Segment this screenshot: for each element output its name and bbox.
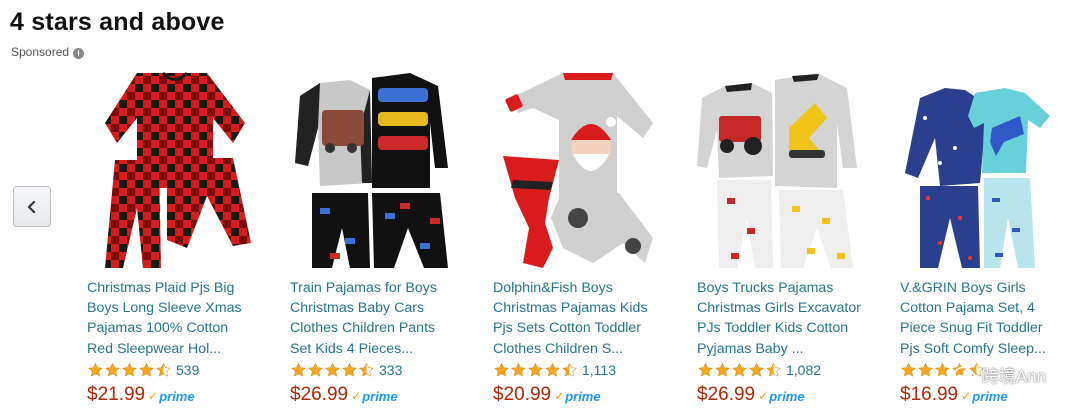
price-row: $26.99 ✓ prime — [290, 384, 472, 406]
price-row: $26.99 ✓ prime — [697, 384, 879, 406]
sponsored-label: Sponsored — [11, 45, 70, 59]
product-card[interactable]: Christmas Plaid Pjs Big Boys Long Sleeve… — [87, 68, 269, 406]
prime-check-icon: ✓ — [961, 389, 972, 404]
star-full-icon — [494, 362, 509, 377]
star-rating — [290, 362, 375, 378]
product-image[interactable] — [697, 68, 879, 276]
product-price[interactable]: $26.99 — [697, 384, 755, 406]
rating-row[interactable]: 1,082 — [697, 361, 879, 379]
star-full-icon — [291, 362, 306, 377]
star-rating — [87, 362, 172, 378]
star-full-icon — [308, 362, 323, 377]
watermark: 跨境Ann — [953, 362, 1046, 387]
rating-row[interactable]: 1,113 — [493, 361, 675, 379]
star-half-icon — [562, 362, 577, 377]
star-half-icon — [766, 362, 781, 377]
info-icon[interactable]: i — [73, 48, 85, 59]
product-title[interactable]: Train Pajamas for Boys Christmas Baby Ca… — [290, 278, 472, 359]
product-image[interactable] — [493, 68, 675, 276]
chevron-left-icon — [27, 200, 36, 213]
product-image[interactable] — [87, 68, 269, 276]
review-count[interactable]: 333 — [379, 362, 402, 378]
star-full-icon — [901, 362, 916, 377]
star-full-icon — [732, 362, 747, 377]
section-title: 4 stars and above — [10, 8, 225, 36]
product-title[interactable]: V.&GRIN Boys Girls Cotton Pajama Set, 4 … — [900, 278, 1080, 359]
star-full-icon — [88, 362, 103, 377]
price-row: $20.99 ✓ prime — [493, 384, 675, 406]
star-full-icon — [528, 362, 543, 377]
product-title[interactable]: Christmas Plaid Pjs Big Boys Long Sleeve… — [87, 278, 269, 359]
star-full-icon — [715, 362, 730, 377]
product-title[interactable]: Boys Trucks Pajamas Christmas Girls Exca… — [697, 278, 879, 359]
product-image[interactable] — [900, 68, 1080, 276]
star-full-icon — [511, 362, 526, 377]
product-price[interactable]: $26.99 — [290, 384, 348, 406]
carousel-prev-button[interactable] — [13, 186, 51, 227]
prime-badge: ✓ prime — [554, 388, 601, 404]
review-count[interactable]: 539 — [176, 362, 199, 378]
star-half-icon — [156, 362, 171, 377]
rating-row[interactable]: 539 — [87, 361, 269, 379]
star-full-icon — [325, 362, 340, 377]
star-full-icon — [935, 362, 950, 377]
prime-check-icon: ✓ — [351, 389, 362, 404]
product-price[interactable]: $21.99 — [87, 384, 145, 406]
product-image[interactable] — [290, 68, 472, 276]
prime-badge: ✓ prime — [961, 388, 1008, 404]
price-row: $21.99 ✓ prime — [87, 384, 269, 406]
product-card[interactable]: V.&GRIN Boys Girls Cotton Pajama Set, 4 … — [900, 68, 1080, 406]
review-count[interactable]: 1,113 — [582, 362, 616, 378]
star-full-icon — [698, 362, 713, 377]
prime-badge: ✓ prime — [351, 388, 398, 404]
star-full-icon — [122, 362, 137, 377]
sponsored-label-row[interactable]: Sponsored i — [11, 45, 85, 59]
product-title[interactable]: Dolphin&Fish Boys Christmas Pajamas Kids… — [493, 278, 675, 359]
star-full-icon — [105, 362, 120, 377]
product-price[interactable]: $16.99 — [900, 384, 958, 406]
star-full-icon — [139, 362, 154, 377]
star-half-icon — [359, 362, 374, 377]
star-full-icon — [918, 362, 933, 377]
product-card[interactable]: Train Pajamas for Boys Christmas Baby Ca… — [290, 68, 472, 406]
prime-badge: ✓ prime — [758, 388, 805, 404]
product-price[interactable]: $20.99 — [493, 384, 551, 406]
star-rating — [697, 362, 782, 378]
star-full-icon — [749, 362, 764, 377]
product-card[interactable]: Dolphin&Fish Boys Christmas Pajamas Kids… — [493, 68, 675, 406]
star-full-icon — [342, 362, 357, 377]
star-full-icon — [545, 362, 560, 377]
product-card[interactable]: Boys Trucks Pajamas Christmas Girls Exca… — [697, 68, 879, 406]
rating-row[interactable]: 333 — [290, 361, 472, 379]
prime-check-icon: ✓ — [758, 389, 769, 404]
star-rating — [493, 362, 578, 378]
watermark-text: 跨境Ann — [981, 367, 1046, 386]
prime-check-icon: ✓ — [148, 389, 159, 404]
review-count[interactable]: 1,082 — [786, 362, 821, 378]
wechat-icon — [953, 366, 976, 383]
prime-badge: ✓ prime — [148, 388, 195, 404]
prime-check-icon: ✓ — [554, 389, 565, 404]
price-row: $16.99 ✓ prime — [900, 384, 1080, 406]
